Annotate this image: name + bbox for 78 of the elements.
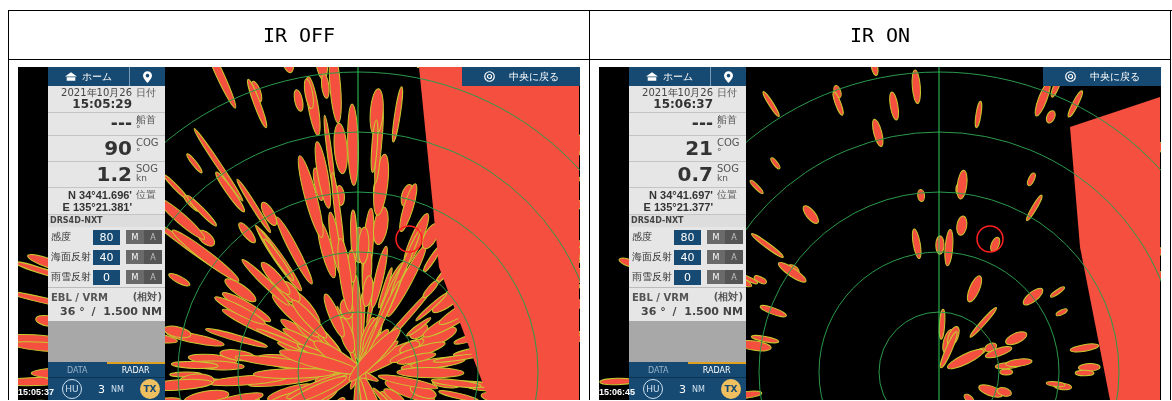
unit-label: ° (717, 125, 722, 134)
field-label: SOG (717, 163, 740, 174)
field-label: 船首 (136, 114, 157, 125)
sog-value: 1.2 (95, 163, 132, 186)
timestamp-text: 15:06:45 (599, 387, 636, 397)
range-value: 3 (98, 382, 106, 396)
vrm-value: / 1.500 NM (672, 305, 743, 318)
heading-value: --- (690, 114, 713, 133)
ebl-value: 36 ° (641, 305, 666, 318)
time-text: 15:05:29 (72, 98, 132, 111)
gain-value: 80 (92, 229, 120, 245)
range-unit: NM (692, 384, 705, 394)
radar-model-label: DRS4D-NXT (629, 215, 746, 227)
ebl-mode-label: (相対) (713, 290, 743, 304)
home-icon (65, 72, 77, 81)
ebl-label: EBL / VRM (632, 291, 689, 303)
radar-model-label: DRS4D-NXT (48, 215, 165, 227)
gain-label: 感度 (632, 230, 653, 244)
heading-value: --- (109, 114, 132, 133)
timestamp-text: 15:05:37 (18, 387, 55, 397)
field-label: SOG (136, 163, 159, 174)
mode-toggle[interactable]: M (707, 250, 725, 264)
gain-label: 海面反射 (632, 250, 672, 264)
orientation-button[interactable]: HU (62, 379, 82, 399)
unit-label: ° (136, 125, 141, 134)
mode-toggle[interactable]: M (707, 230, 725, 244)
sog-value: 0.7 (676, 163, 713, 186)
longitude-text: E 135°21.377' (643, 201, 713, 213)
field-label: COG (717, 137, 741, 148)
return-to-center-button[interactable]: 中央に戻る (1043, 67, 1161, 86)
field-label: 日付 (717, 87, 738, 98)
cog-value: 21 (684, 137, 713, 160)
target-icon (1064, 71, 1076, 82)
field-label: 位置 (136, 189, 157, 200)
gain-label: 感度 (51, 230, 72, 244)
cog-value: 90 (103, 137, 132, 160)
column-heading: IR ON (590, 11, 1171, 60)
time-text: 15:06:37 (653, 98, 713, 111)
longitude-text: E 135°21.381' (62, 201, 132, 213)
latitude-text: N 34°41.697' (649, 189, 713, 201)
vrm-value: / 1.500 NM (91, 305, 162, 318)
latitude-text: N 34°41.696' (68, 189, 132, 201)
unit-label: kn (136, 174, 148, 183)
field-label: COG (136, 137, 160, 148)
orientation-button[interactable]: HU (643, 379, 663, 399)
transmit-button[interactable]: TX (721, 379, 741, 399)
gain-value: 40 (674, 249, 701, 265)
unit-label: ° (717, 148, 723, 157)
transmit-button[interactable]: TX (140, 379, 160, 399)
range-value: 3 (679, 382, 687, 396)
gain-label: 海面反射 (51, 250, 91, 264)
unit-label: kn (717, 174, 729, 183)
mode-toggle[interactable]: M (126, 270, 144, 284)
mode-toggle[interactable]: M (707, 270, 725, 284)
ebl-label: EBL / VRM (51, 291, 108, 303)
gain-value: 80 (673, 229, 701, 245)
target-icon (483, 71, 495, 82)
field-label: 位置 (717, 189, 738, 200)
date-text: 2021年10月26 (642, 87, 713, 98)
gain-label: 雨雪反射 (51, 270, 91, 284)
location-pin-icon (724, 70, 733, 83)
unit-label: ° (136, 148, 142, 157)
field-label: 船首 (717, 114, 738, 125)
home-icon (646, 72, 658, 81)
location-pin-icon (143, 70, 152, 83)
column-heading: IR OFF (9, 11, 590, 60)
field-label: 日付 (136, 87, 157, 98)
date-text: 2021年10月26 (61, 87, 132, 98)
gain-value: 0 (93, 269, 120, 285)
mode-toggle[interactable]: M (126, 250, 144, 264)
mode-toggle[interactable]: M (126, 230, 144, 244)
ebl-value: 36 ° (60, 305, 85, 318)
return-to-center-button[interactable]: 中央に戻る (462, 67, 580, 86)
range-unit: NM (111, 384, 124, 394)
gain-label: 雨雪反射 (632, 270, 672, 284)
gain-value: 0 (674, 269, 701, 285)
ebl-mode-label: (相対) (132, 290, 162, 304)
gain-value: 40 (93, 249, 120, 265)
